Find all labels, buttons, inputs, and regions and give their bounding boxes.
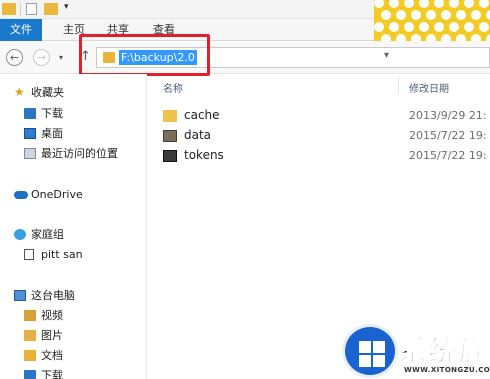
polka-dot xyxy=(419,0,429,8)
computer-icon xyxy=(14,290,26,301)
tab-file[interactable]: 文件 xyxy=(0,19,42,41)
polka-dot xyxy=(426,10,436,20)
file-name: data xyxy=(184,128,212,142)
navigation-bar: ← → ▾ ↑ F:\backup\2.0 ▾ xyxy=(0,41,490,74)
polka-dot xyxy=(389,0,399,8)
navigation-pane: ★ 收藏夹 下载 桌面 最近访问的位置 OneDrive 家庭组 pitt sa… xyxy=(0,74,147,379)
polka-dot xyxy=(374,0,384,8)
file-row-cache[interactable]: cache 2013/9/29 21: xyxy=(163,107,490,125)
polka-dot xyxy=(434,22,444,32)
file-name: cache xyxy=(184,108,220,122)
cloud-icon xyxy=(14,191,28,199)
tokens-file-icon xyxy=(163,150,177,162)
column-header-name[interactable]: 名称 xyxy=(163,80,183,95)
polka-dot xyxy=(486,10,490,20)
folder-icon[interactable] xyxy=(2,3,16,15)
back-button[interactable]: ← xyxy=(6,49,23,66)
nav-label: pitt san xyxy=(41,248,83,261)
polka-dot xyxy=(411,10,421,20)
nav-label: 视频 xyxy=(41,309,63,322)
file-date: 2013/9/29 21: xyxy=(409,109,487,122)
polka-dot xyxy=(464,0,474,8)
polka-dot xyxy=(396,10,406,20)
nav-label: 文档 xyxy=(41,349,63,362)
polka-dot xyxy=(471,10,481,20)
download-folder-icon xyxy=(24,108,36,119)
desktop-icon xyxy=(24,128,36,139)
polka-dot xyxy=(374,22,384,32)
nav-label: 下载 xyxy=(41,107,63,120)
nav-label: 下载 xyxy=(41,369,63,379)
toolbar-divider xyxy=(20,3,21,16)
data-file-icon xyxy=(163,130,177,142)
nav-label: OneDrive xyxy=(31,188,83,201)
nav-label: 最近访问的位置 xyxy=(41,147,118,160)
polka-dot xyxy=(389,22,399,32)
polka-dot xyxy=(449,0,459,8)
address-dropdown-icon[interactable]: ▾ xyxy=(384,50,389,61)
download-folder-icon xyxy=(24,370,36,379)
nav-label: 收藏夹 xyxy=(31,86,64,99)
polka-dot xyxy=(456,10,466,20)
watermark-title: 系统族 xyxy=(397,334,489,369)
properties-icon[interactable] xyxy=(26,3,37,15)
recent-locations-chevron-icon[interactable]: ▾ xyxy=(59,53,63,62)
polka-dot xyxy=(479,0,489,8)
folder-icon xyxy=(163,110,177,122)
star-icon: ★ xyxy=(14,85,25,99)
polka-dot xyxy=(479,22,489,32)
polka-dot xyxy=(441,10,451,20)
file-row-data[interactable]: data 2015/7/22 19: xyxy=(163,127,490,145)
nav-label: 家庭组 xyxy=(31,228,64,241)
file-row-tokens[interactable]: tokens 2015/7/22 19: xyxy=(163,147,490,165)
file-name: tokens xyxy=(184,148,224,162)
forward-button[interactable]: → xyxy=(33,49,50,66)
windows-logo-icon xyxy=(342,324,398,378)
video-folder-icon xyxy=(24,310,36,321)
recent-places-icon xyxy=(24,148,36,159)
column-divider[interactable] xyxy=(398,76,399,94)
customize-dropdown-icon[interactable]: ▾ xyxy=(64,2,69,12)
file-date: 2015/7/22 19: xyxy=(409,129,487,142)
nav-label: 这台电脑 xyxy=(31,289,75,302)
polka-dot xyxy=(404,22,414,32)
document-folder-icon xyxy=(24,350,36,361)
column-header-date[interactable]: 修改日期 xyxy=(409,80,449,95)
polka-dot xyxy=(381,10,391,20)
highlight-annotation xyxy=(79,34,210,76)
picture-folder-icon xyxy=(24,330,36,341)
nav-label: 桌面 xyxy=(41,127,63,140)
watermark-url: WWW.XITONGZU.COM xyxy=(404,366,490,374)
polka-dot xyxy=(449,22,459,32)
polka-dot xyxy=(464,22,474,32)
polka-dot xyxy=(419,22,429,32)
polka-dot xyxy=(404,0,414,8)
file-date: 2015/7/22 19: xyxy=(409,149,487,162)
watermark-logo: 系统族 WWW.XITONGZU.COM xyxy=(342,324,490,379)
user-icon xyxy=(24,249,34,260)
homegroup-icon xyxy=(14,229,26,240)
nav-label: 图片 xyxy=(41,329,63,342)
new-folder-icon[interactable] xyxy=(44,3,58,15)
polka-dot xyxy=(434,0,444,8)
